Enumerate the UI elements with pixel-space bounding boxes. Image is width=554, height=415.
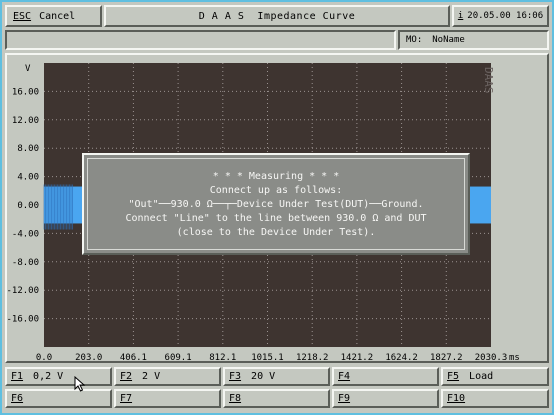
dialog-heading: * * * Measuring * * * (212, 170, 340, 182)
cancel-button[interactable]: ESC Cancel (5, 5, 102, 27)
f3-key: F3 (229, 371, 242, 382)
dialog-line-instructions: Connect "Line" to the line between 930.0… (125, 212, 427, 224)
mo-value: NoName (432, 35, 465, 45)
f1-label: 0,2 V (33, 371, 64, 382)
measurement-object-field: MO: NoName (398, 30, 549, 50)
dialog-line-connect: Connect up as follows: (209, 184, 343, 196)
y-tick-label: 4.00 (17, 173, 39, 183)
f8-key: F8 (229, 393, 242, 404)
x-tick-label: 1421.2 (341, 353, 374, 363)
f4-button[interactable]: F4 (332, 367, 439, 386)
f5-key: F5 (447, 371, 460, 382)
y-tick-label: 12.00 (12, 116, 39, 126)
x-tick-label: 1015.1 (251, 353, 284, 363)
f9-key: F9 (338, 393, 351, 404)
x-tick-label: 812.1 (209, 353, 236, 363)
f2-label: 2 V (142, 371, 161, 382)
info-key-label: i (457, 11, 464, 21)
f3-button[interactable]: F3 20 V (223, 367, 330, 386)
esc-key-label: ESC (13, 10, 32, 22)
f6-key: F6 (11, 393, 24, 404)
y-tick-label: -16.00 (7, 315, 39, 325)
f5-label: Load (469, 371, 494, 382)
f10-button[interactable]: F10 (441, 389, 549, 408)
y-axis-unit: V (25, 64, 31, 74)
measuring-dialog: * * * Measuring * * * Connect up as foll… (82, 153, 470, 255)
measuring-dialog-body: * * * Measuring * * * Connect up as foll… (87, 158, 465, 250)
y-tick-label: -12.00 (7, 286, 39, 296)
y-tick-label: 16.00 (12, 87, 39, 97)
f3-label: 20 V (251, 371, 276, 382)
y-tick-label: -8.00 (12, 258, 39, 268)
x-tick-label: 1218.2 (296, 353, 329, 363)
f9-button[interactable]: F9 (332, 389, 439, 408)
x-tick-label: 2030.3 (475, 353, 508, 363)
clock-display: 20.05.00 16:06 (467, 11, 544, 21)
x-tick-label: 609.1 (165, 353, 192, 363)
f2-button[interactable]: F2 2 V (114, 367, 221, 386)
f7-button[interactable]: F7 (114, 389, 221, 408)
mo-label: MO: (406, 35, 423, 45)
f10-key: F10 (447, 393, 466, 404)
f5-button[interactable]: F5 Load (441, 367, 549, 386)
window-title: D A A S Impedance Curve (198, 10, 356, 22)
dialog-line-note: (close to the Device Under Test). (176, 226, 376, 238)
daas-watermark: DAAS (482, 67, 495, 94)
y-tick-label: 0.00 (17, 201, 39, 211)
mouse-pointer-icon (74, 376, 86, 392)
x-tick-label: 1624.2 (385, 353, 418, 363)
x-tick-label: 0.0 (36, 353, 52, 363)
info-button[interactable]: i 20.05.00 16:06 (452, 5, 549, 27)
cancel-label: Cancel (39, 10, 76, 22)
window-title-bar: D A A S Impedance Curve (104, 5, 450, 27)
y-tick-label: 8.00 (17, 144, 39, 154)
dialog-line-wiring: "Out"──930.0 Ω──┬─Device Under Test(DUT)… (128, 198, 424, 210)
x-axis-unit: ms (509, 353, 520, 363)
f2-key: F2 (120, 371, 133, 382)
f1-button[interactable]: F1 0,2 V (5, 367, 112, 386)
x-tick-label: 1827.2 (430, 353, 463, 363)
x-tick-label: 203.0 (75, 353, 102, 363)
f8-button[interactable]: F8 (223, 389, 330, 408)
f6-button[interactable]: F6 (5, 389, 112, 408)
status-message-field (5, 30, 396, 50)
f7-key: F7 (120, 393, 133, 404)
y-tick-label: -4.00 (12, 229, 39, 239)
f4-key: F4 (338, 371, 351, 382)
x-tick-label: 406.1 (120, 353, 147, 363)
f1-key: F1 (11, 371, 24, 382)
